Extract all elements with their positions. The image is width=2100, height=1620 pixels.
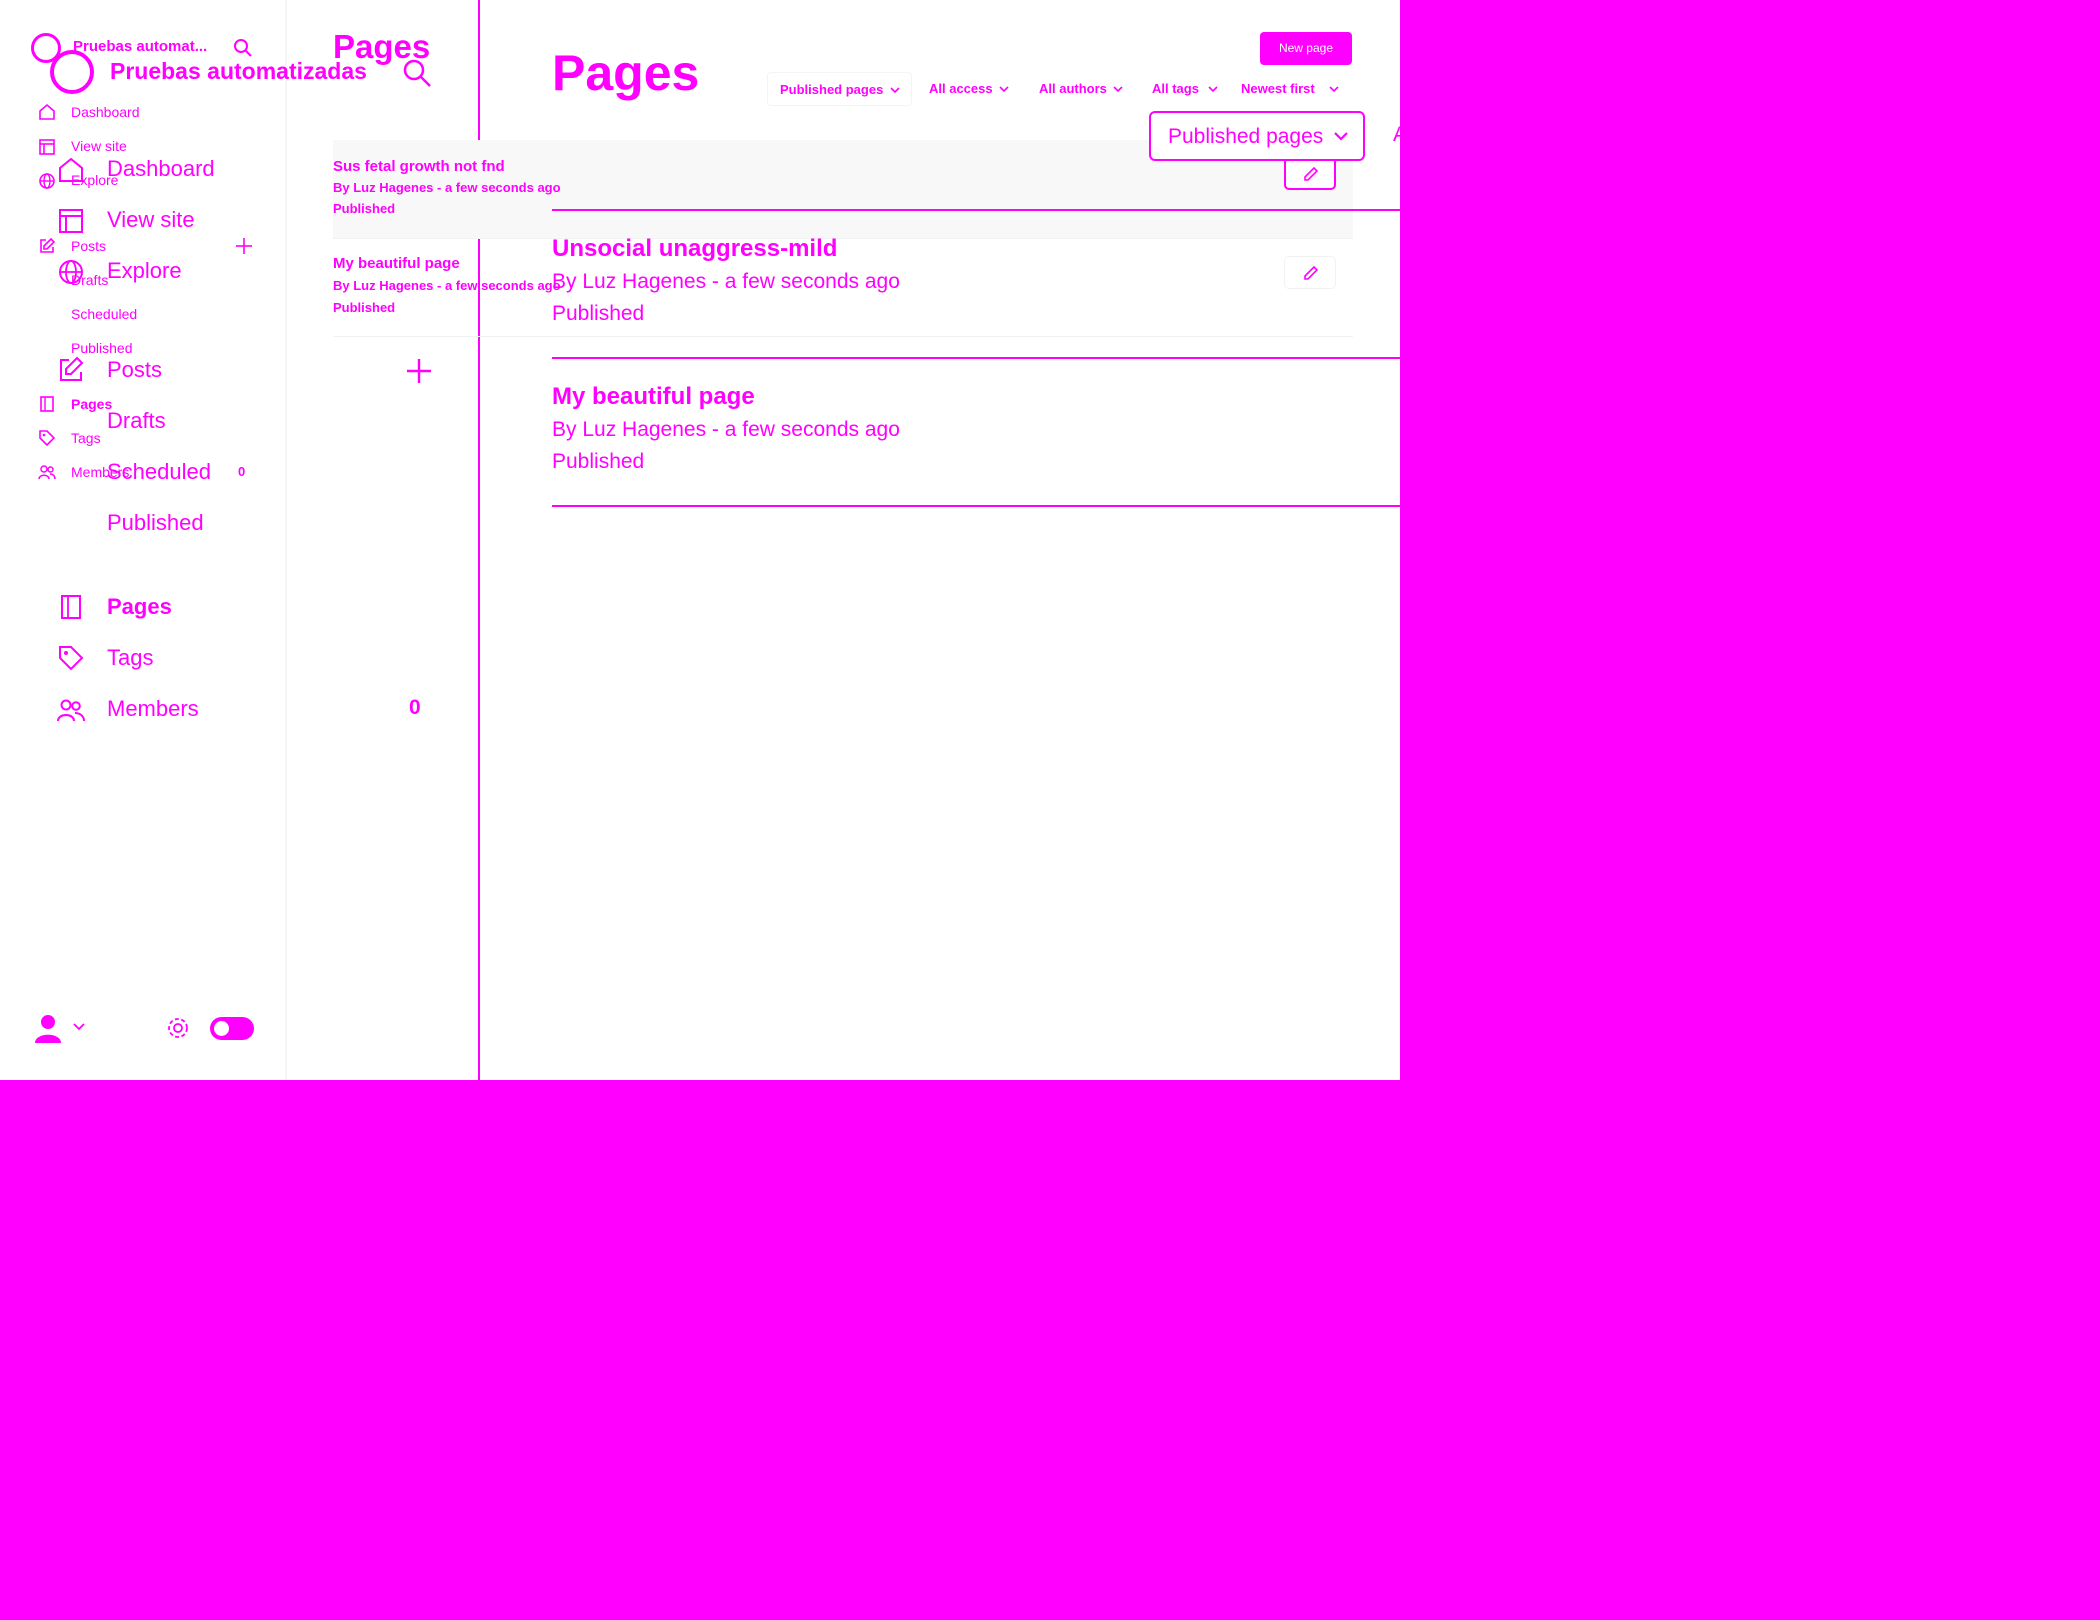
page-icon [57,593,85,621]
theme-toggle[interactable] [210,1017,254,1040]
page-item-title: My beautiful page [552,383,755,410]
filter-label: Published pages [1168,125,1324,148]
sidebar-item-drafts[interactable]: Drafts [107,408,166,434]
page-item-status: Published [552,302,645,325]
list-divider [552,505,1400,507]
tag-icon [57,644,85,672]
sidebar-item-label: Explore [107,258,182,283]
list-item[interactable]: Unsocial unaggress-mild By Luz Hagenes -… [552,211,1400,358]
members-icon [57,696,85,724]
sidebar-item-published[interactable]: Published [107,510,204,536]
page-item-meta: By Luz Hagenes - a few seconds ago [552,418,900,441]
sidebar-item-label: Tags [107,645,154,670]
page-item-title: My beautiful page [333,255,460,272]
page-item-status: Published [552,450,645,473]
site-logo-icon [50,50,94,94]
add-icon[interactable] [405,357,433,385]
page-item-status: Published [333,300,396,315]
sidebar-item-label: Pages [107,594,172,619]
sidebar-item-scheduled[interactable]: Scheduled [107,459,211,485]
chevron-down-icon [1334,132,1348,141]
page-item-title: Sus fetal growth not fnd [333,158,505,175]
theme-toggle-knob [214,1021,229,1036]
page-item-title: Unsocial unaggress-mild [552,235,838,262]
user-avatar-icon[interactable] [34,1014,62,1044]
filter-published-pages[interactable]: Published pages [1149,111,1365,161]
list-item[interactable]: My beautiful page By Luz Hagenes - a few… [552,359,1400,506]
home-icon [57,156,85,184]
pages-main-large: Pages Published pages A Unsocial unaggre… [480,0,1400,560]
sidebar-item-label: Posts [107,357,163,382]
globe-icon [57,258,85,286]
page-title: Pages [552,45,700,101]
edit-icon [57,356,85,384]
filter-all-access[interactable]: A [1393,123,1400,147]
chevron-down-icon[interactable] [72,1022,86,1032]
page-title: Pages [333,28,431,65]
page-item-meta: By Luz Hagenes - a few seconds ago [552,270,900,293]
sidebar-item-label: View site [107,207,195,232]
page-item-status: Published [333,201,396,216]
sidebar-item-label: Members [107,696,199,721]
layout-icon [57,207,85,235]
gear-icon[interactable] [166,1016,190,1040]
sidebar-item-label: Dashboard [107,156,215,181]
